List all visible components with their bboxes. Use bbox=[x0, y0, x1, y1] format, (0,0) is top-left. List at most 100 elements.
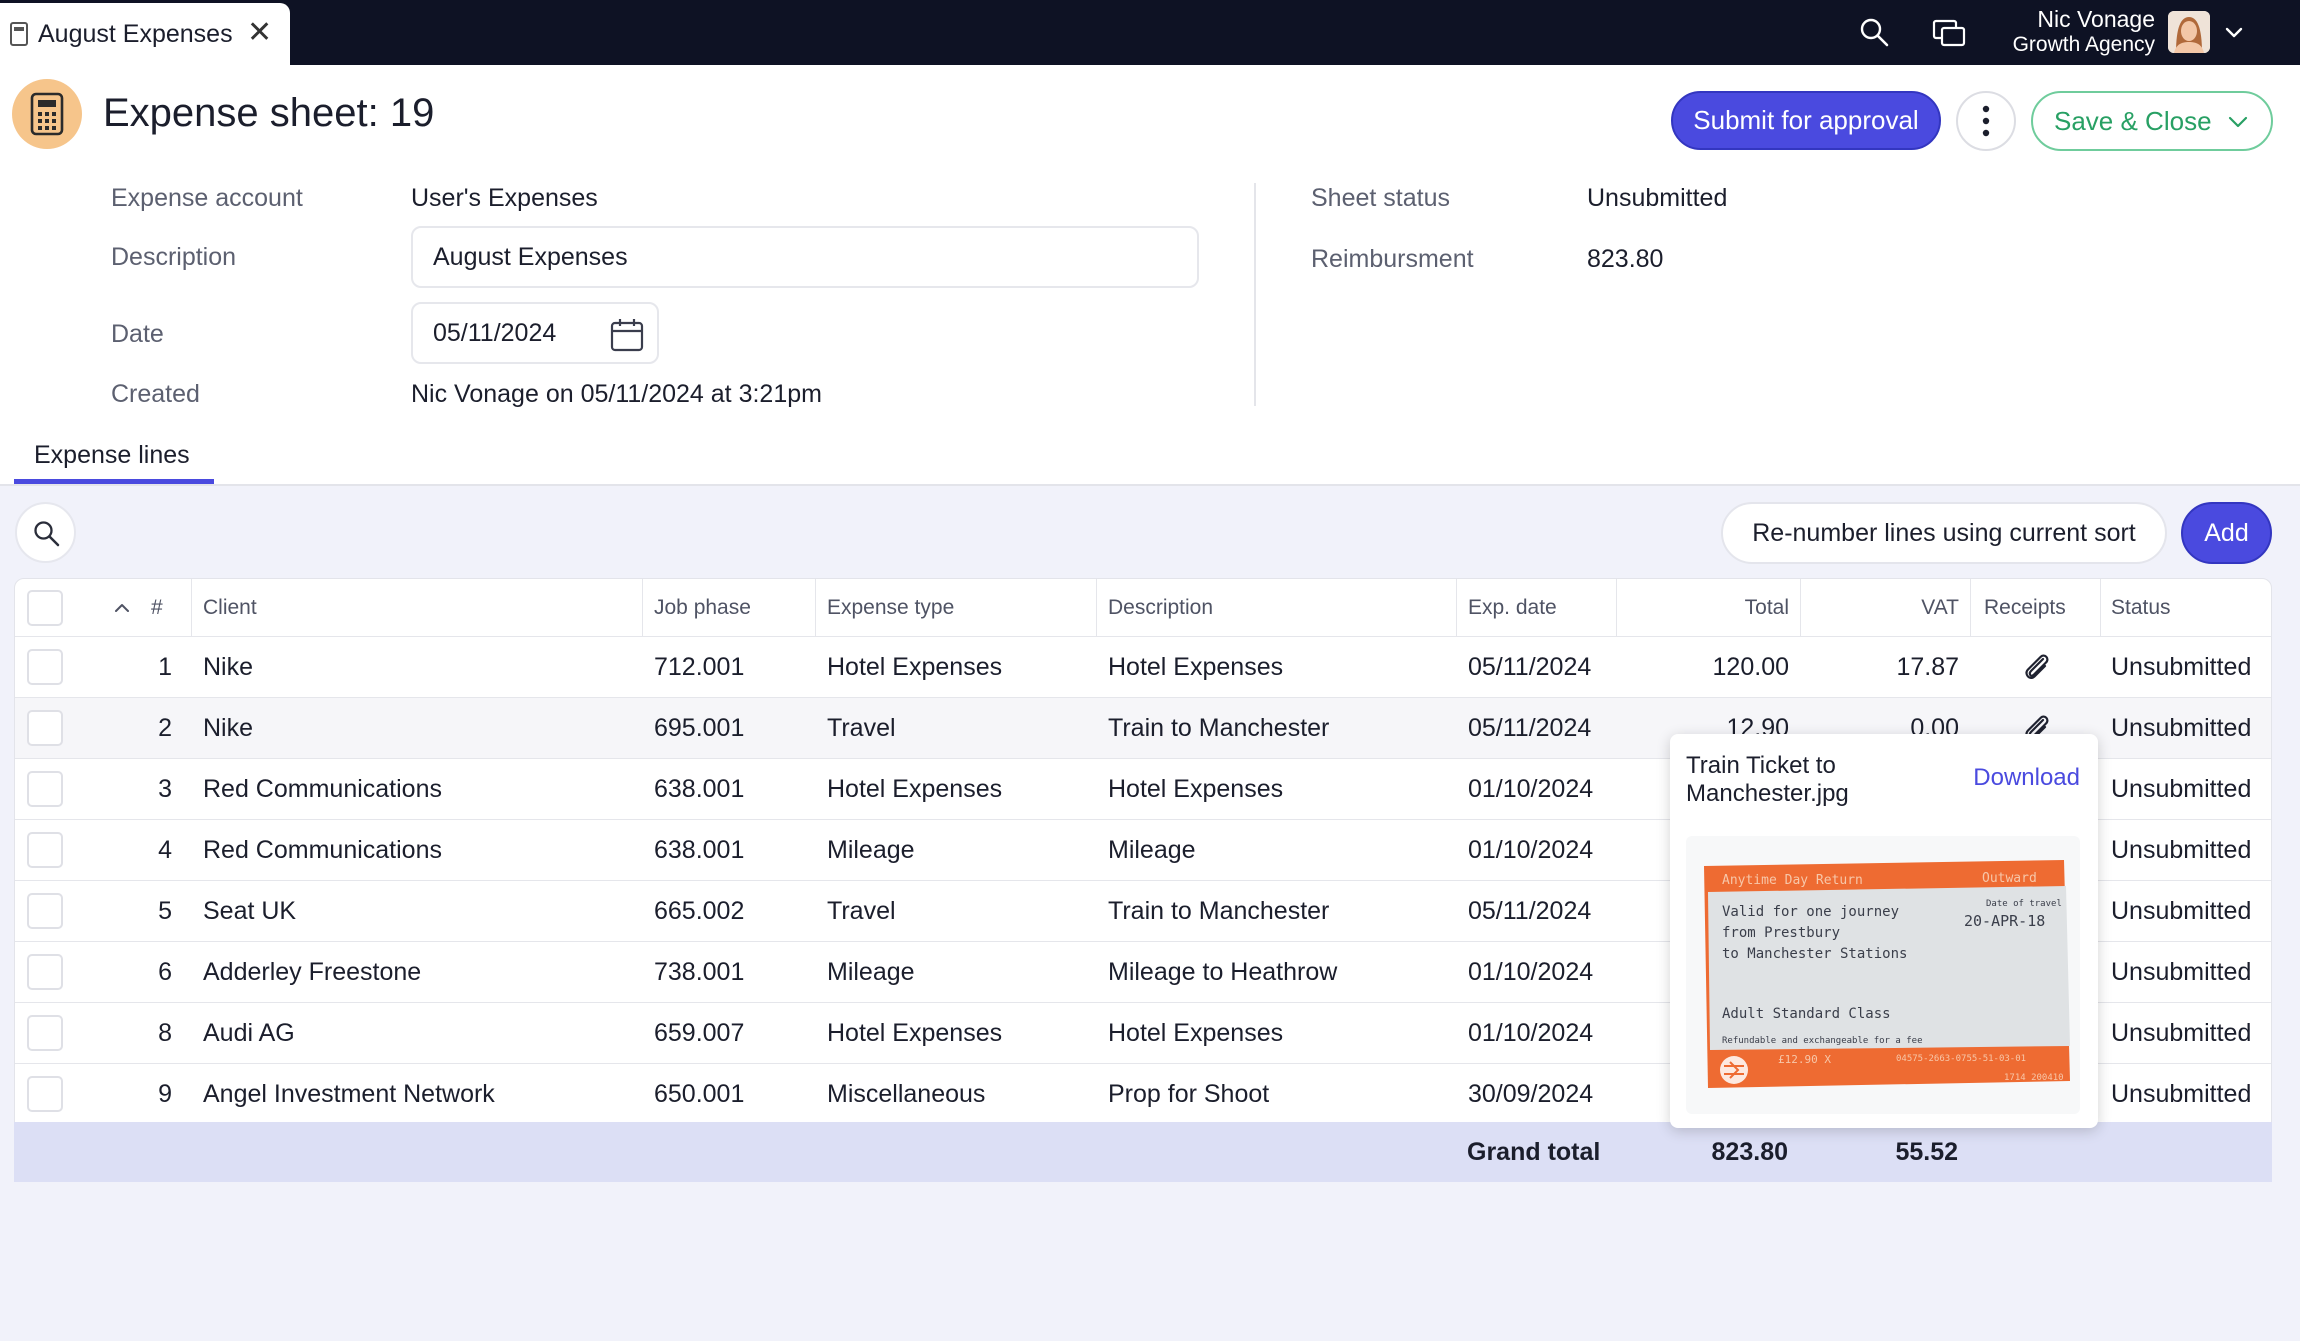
row-exp-date: 01/10/2024 bbox=[1468, 957, 1594, 986]
row-number: 4 bbox=[158, 835, 172, 864]
windows-icon[interactable] bbox=[1932, 18, 1966, 48]
paperclip-icon[interactable] bbox=[2020, 650, 2054, 684]
table-header-row: # Client Job phase Expense type Descript… bbox=[15, 579, 2271, 637]
grid-search-button[interactable] bbox=[15, 502, 76, 563]
page-title: Expense sheet: 19 bbox=[103, 91, 435, 135]
select-all-checkbox-cell bbox=[27, 579, 63, 636]
date-value: 05/11/2024 bbox=[433, 318, 557, 347]
row-checkbox-cell bbox=[27, 881, 63, 941]
tab-expense-lines[interactable]: Expense lines bbox=[34, 441, 190, 470]
close-icon[interactable]: ✕ bbox=[247, 18, 272, 48]
grand-total-label: Grand total bbox=[1467, 1137, 1601, 1166]
row-client: Nike bbox=[203, 652, 254, 681]
row-description: Mileage bbox=[1108, 835, 1196, 864]
row-expense-type: Hotel Expenses bbox=[827, 652, 1003, 681]
column-header-total[interactable]: Total bbox=[1616, 579, 1789, 636]
calculator-icon bbox=[12, 79, 82, 149]
column-header-client[interactable]: Client bbox=[203, 579, 257, 636]
row-checkbox[interactable] bbox=[27, 771, 63, 807]
column-header-description[interactable]: Description bbox=[1108, 579, 1213, 636]
ticket-code: 04575-2663-0755-51-03-01 bbox=[1896, 1054, 2026, 1064]
row-number: 6 bbox=[158, 957, 172, 986]
chevron-down-icon[interactable] bbox=[2222, 20, 2246, 44]
row-job-phase: 659.007 bbox=[654, 1018, 745, 1047]
ticket-to: to Manchester Stations bbox=[1722, 946, 1907, 962]
row-expense-type: Travel bbox=[827, 896, 896, 925]
grand-total-value: 823.80 bbox=[1711, 1137, 1788, 1166]
chevron-down-icon[interactable] bbox=[2225, 109, 2251, 135]
submit-for-approval-button[interactable]: Submit for approval bbox=[1671, 91, 1941, 150]
row-job-phase: 638.001 bbox=[654, 774, 745, 803]
row-checkbox[interactable] bbox=[27, 1076, 63, 1112]
description-field[interactable]: August Expenses bbox=[411, 226, 1199, 288]
ticket-date-caption: Date of travel bbox=[1986, 899, 2062, 909]
download-link[interactable]: Download bbox=[1973, 764, 2080, 792]
column-header-status[interactable]: Status bbox=[2111, 579, 2171, 636]
row-job-phase: 638.001 bbox=[654, 835, 745, 864]
row-status: Unsubmitted bbox=[2111, 835, 2252, 864]
column-header-number[interactable]: # bbox=[151, 579, 163, 636]
column-header-receipts[interactable]: Receipts bbox=[1984, 579, 2066, 636]
row-number: 1 bbox=[158, 652, 172, 681]
date-label: Date bbox=[111, 320, 164, 348]
row-checkbox[interactable] bbox=[27, 954, 63, 990]
sort-ascending-icon[interactable] bbox=[112, 579, 132, 636]
row-client: Angel Investment Network bbox=[203, 1079, 495, 1108]
column-header-exp-date[interactable]: Exp. date bbox=[1468, 579, 1557, 636]
row-description: Hotel Expenses bbox=[1108, 774, 1284, 803]
more-options-button[interactable] bbox=[1956, 91, 2016, 151]
row-number: 3 bbox=[158, 774, 172, 803]
row-job-phase: 738.001 bbox=[654, 957, 745, 986]
row-description: Prop for Shoot bbox=[1108, 1079, 1270, 1108]
created-label: Created bbox=[111, 380, 200, 408]
column-header-job-phase[interactable]: Job phase bbox=[654, 579, 751, 636]
receipt-image[interactable]: Anytime Day Return Outward Valid for one… bbox=[1686, 836, 2080, 1114]
more-vertical-icon bbox=[1982, 105, 1990, 137]
row-checkbox[interactable] bbox=[27, 1015, 63, 1051]
date-field[interactable]: 05/11/2024 bbox=[411, 302, 659, 364]
document-icon bbox=[10, 22, 28, 46]
ticket-code-2: 1714 200410 bbox=[2004, 1073, 2064, 1083]
user-name[interactable]: Nic Vonage bbox=[2037, 6, 2155, 33]
row-client: Seat UK bbox=[203, 896, 297, 925]
row-number: 2 bbox=[158, 713, 172, 742]
tab-label: August Expenses bbox=[38, 19, 233, 48]
avatar[interactable] bbox=[2168, 11, 2210, 53]
created-value: Nic Vonage on 05/11/2024 at 3:21pm bbox=[411, 380, 822, 408]
row-checkbox[interactable] bbox=[27, 832, 63, 868]
row-status: Unsubmitted bbox=[2111, 957, 2252, 986]
renumber-lines-button[interactable]: Re-number lines using current sort bbox=[1721, 502, 2167, 564]
row-status: Unsubmitted bbox=[2111, 896, 2252, 925]
row-exp-date: 30/09/2024 bbox=[1468, 1079, 1594, 1108]
form-divider bbox=[1254, 183, 1256, 406]
column-header-vat[interactable]: VAT bbox=[1800, 579, 1959, 636]
row-client: Adderley Freestone bbox=[203, 957, 422, 986]
tab-august-expenses[interactable]: August Expenses ✕ bbox=[0, 3, 290, 65]
save-and-close-label: Save & Close bbox=[2054, 105, 2212, 136]
row-status: Unsubmitted bbox=[2111, 1018, 2252, 1047]
table-row[interactable]: 1 Nike 712.001 Hotel Expenses Hotel Expenses… bbox=[15, 637, 2271, 698]
grand-total-row: Grand total 823.80 55.52 bbox=[14, 1122, 2272, 1182]
row-status: Unsubmitted bbox=[2111, 652, 2252, 681]
row-number: 8 bbox=[158, 1018, 172, 1047]
row-exp-date: 01/10/2024 bbox=[1468, 835, 1594, 864]
row-checkbox[interactable] bbox=[27, 710, 63, 746]
row-client: Red Communications bbox=[203, 774, 442, 803]
save-and-close-button[interactable]: Save & Close bbox=[2031, 91, 2273, 151]
user-organisation[interactable]: Growth Agency bbox=[2013, 33, 2155, 57]
row-number: 5 bbox=[158, 896, 172, 925]
row-description: Train to Manchester bbox=[1108, 713, 1330, 742]
row-checkbox-cell bbox=[27, 637, 63, 697]
row-checkbox[interactable] bbox=[27, 649, 63, 685]
select-all-checkbox[interactable] bbox=[27, 589, 63, 626]
calendar-icon[interactable] bbox=[610, 318, 644, 352]
add-button[interactable]: Add bbox=[2181, 502, 2272, 564]
row-client: Nike bbox=[203, 713, 254, 742]
column-header-expense-type[interactable]: Expense type bbox=[827, 579, 954, 636]
row-exp-date: 05/11/2024 bbox=[1468, 652, 1592, 681]
search-icon[interactable] bbox=[1858, 16, 1890, 48]
row-number: 9 bbox=[158, 1079, 172, 1108]
row-checkbox[interactable] bbox=[27, 893, 63, 929]
ticket-validity: Valid for one journey bbox=[1722, 904, 1899, 920]
row-job-phase: 695.001 bbox=[654, 713, 745, 742]
